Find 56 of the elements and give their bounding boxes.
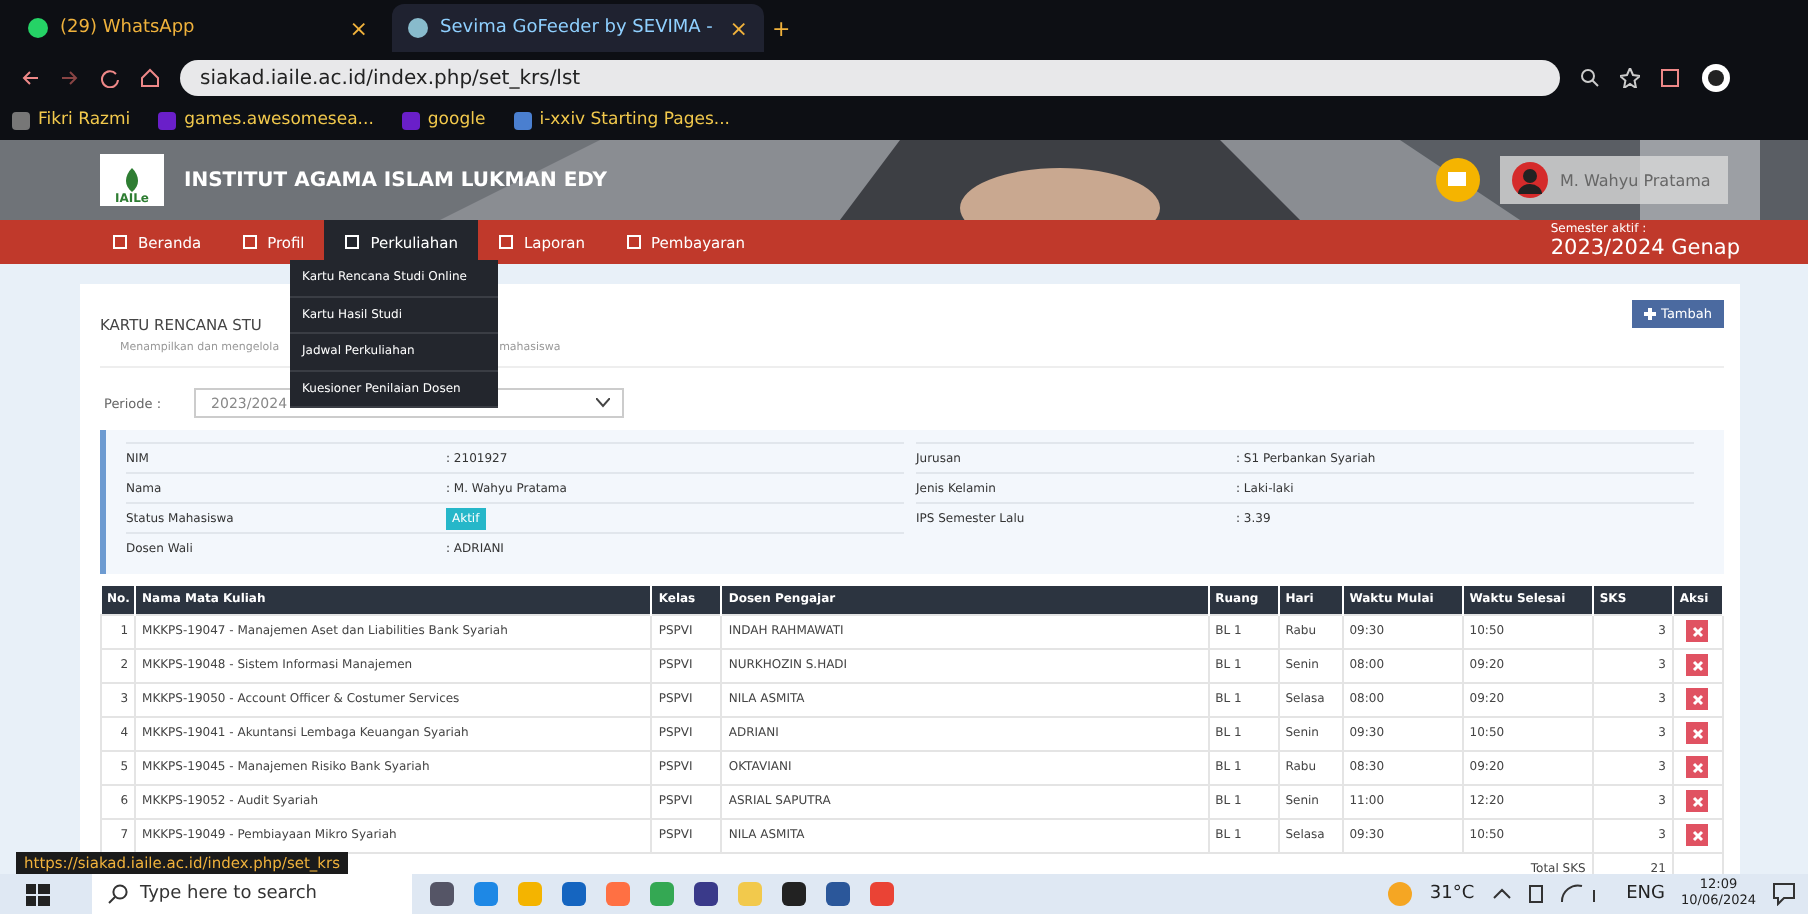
bookmark-icon [513, 111, 532, 129]
forward-icon[interactable] [60, 68, 80, 88]
delete-button[interactable] [1686, 824, 1709, 846]
x-icon [1691, 693, 1704, 705]
bookmark[interactable]: i-xxiv Starting Pages... [513, 110, 731, 130]
nav-icon [241, 234, 258, 250]
delete-button[interactable] [1686, 620, 1709, 642]
app-icon[interactable] [780, 880, 808, 908]
bookmark[interactable]: google [401, 110, 486, 130]
x-icon [1691, 625, 1704, 637]
new-tab-button[interactable]: + [772, 15, 791, 41]
taskbar-search-field[interactable]: Type here to search [92, 874, 412, 914]
avatar-icon [1512, 162, 1548, 198]
delete-button[interactable] [1686, 654, 1709, 676]
close-icon[interactable]: × [349, 15, 368, 41]
profile-icon[interactable] [1700, 62, 1732, 94]
delete-button[interactable] [1686, 688, 1709, 710]
close-icon[interactable]: × [729, 15, 748, 41]
bookmark[interactable]: games.awesomesea... [158, 110, 374, 130]
weather-temperature: 31°C [1429, 884, 1475, 904]
semester-value: 2023/2024 Genap [1550, 236, 1740, 260]
nav-icon [497, 234, 514, 250]
delete-button[interactable] [1686, 722, 1709, 744]
x-icon [1691, 659, 1704, 671]
plus-icon [1643, 308, 1656, 320]
notification-icon[interactable] [1772, 882, 1796, 906]
address-field[interactable]: siakad.iaile.ac.id/index.php/set_krs/lst [180, 60, 1560, 96]
nav-icon [344, 234, 361, 250]
x-icon [1691, 829, 1704, 841]
nav-icon [112, 234, 128, 250]
weather-icon [1385, 880, 1414, 908]
home-icon[interactable] [140, 68, 160, 88]
delete-button[interactable] [1686, 756, 1709, 778]
reload-icon[interactable] [100, 68, 120, 88]
app-icon[interactable] [692, 880, 720, 908]
bookmark-icon [401, 111, 420, 129]
language-indicator[interactable]: ENG [1626, 884, 1666, 904]
zoom-icon[interactable] [1580, 68, 1600, 88]
bookmark-icon [158, 111, 177, 129]
x-icon [1691, 795, 1704, 807]
search-icon [108, 884, 128, 904]
browser-tab[interactable]: Sevima GoFeeder by SEVIMA - × [392, 4, 764, 52]
page-icon [408, 18, 428, 38]
x-icon [1691, 727, 1704, 739]
bookmark[interactable]: Fikri Razmi [12, 110, 131, 130]
bookmark-icon [12, 111, 30, 129]
chevron-down-icon [595, 398, 610, 408]
browser-tab[interactable]: (29) WhatsApp × [12, 4, 384, 52]
institution-name: INSTITUT AGAMA ISLAM LUKMAN EDY [184, 169, 609, 191]
leaf-icon [122, 168, 142, 192]
page-icon [28, 18, 48, 38]
back-icon[interactable] [20, 68, 40, 88]
delete-button[interactable] [1686, 790, 1709, 812]
nav-icon [625, 234, 642, 250]
star-icon[interactable] [1620, 68, 1640, 88]
x-icon [1691, 761, 1704, 773]
